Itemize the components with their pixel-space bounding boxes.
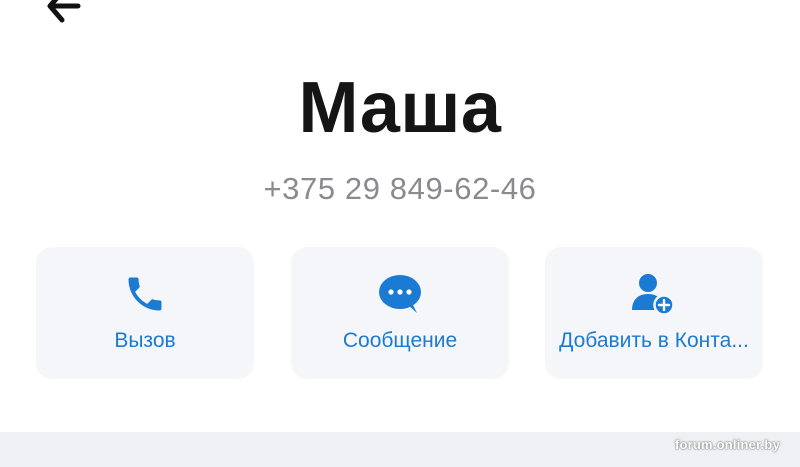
phone-icon xyxy=(121,271,169,317)
message-label: Сообщение xyxy=(342,329,458,352)
message-bubble-icon xyxy=(376,271,424,317)
contact-phone: +375 29 849-62-46 xyxy=(263,171,537,206)
add-to-contacts-label: Добавить в Конта... xyxy=(559,329,749,352)
back-button[interactable] xyxy=(38,0,86,26)
watermark: forum.onliner.by xyxy=(674,437,780,452)
message-button[interactable]: Сообщение xyxy=(291,247,509,379)
add-to-contacts-button[interactable]: Добавить в Конта... xyxy=(545,247,763,379)
contact-name: Маша xyxy=(298,68,502,148)
back-arrow-icon xyxy=(47,0,81,23)
add-person-icon xyxy=(630,271,678,317)
call-button[interactable]: Вызов xyxy=(36,247,254,379)
call-label: Вызов xyxy=(114,329,176,352)
